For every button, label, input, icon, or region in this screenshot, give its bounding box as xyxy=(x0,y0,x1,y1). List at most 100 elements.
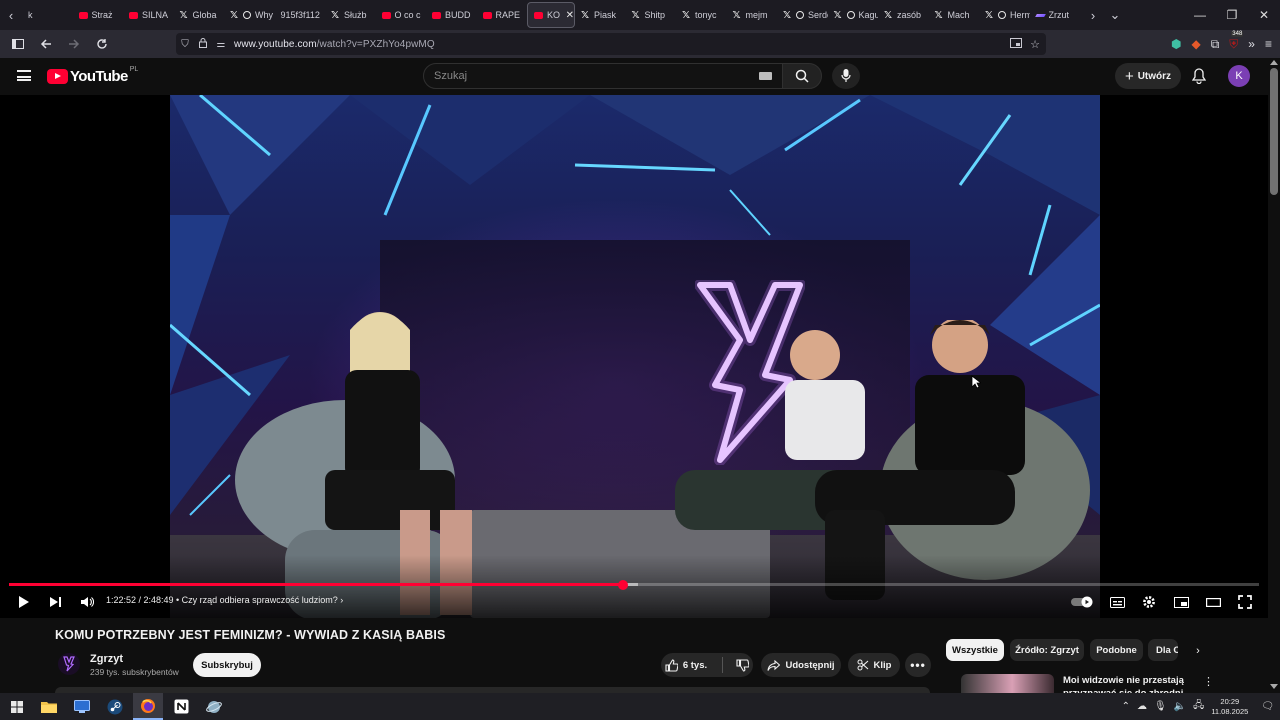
guide-menu-icon[interactable] xyxy=(17,70,31,81)
browser-tab[interactable]: k xyxy=(22,0,73,30)
browser-tab[interactable]: O co c xyxy=(376,0,427,30)
fox-extension-icon[interactable]: ◆ xyxy=(1191,37,1200,51)
more-actions-button[interactable]: ••• xyxy=(905,653,931,677)
restore-icon[interactable]: ❐ xyxy=(1216,0,1248,30)
sidebar-toggle-icon[interactable] xyxy=(6,32,30,56)
scroll-down-arrow-icon[interactable] xyxy=(1270,684,1278,689)
voice-search-button[interactable] xyxy=(832,63,860,89)
browser-tab[interactable]: 𝕏 Serde xyxy=(777,0,828,30)
taskbar-file-explorer[interactable] xyxy=(34,693,64,720)
subscribe-button[interactable]: Subskrybuj xyxy=(193,653,261,677)
browser-tab[interactable]: 𝕏 Kaguy xyxy=(828,0,879,30)
minimize-icon[interactable]: — xyxy=(1184,0,1216,30)
notification-center-icon[interactable]: 🗨 xyxy=(1261,701,1274,712)
like-button[interactable]: 6 tys. xyxy=(665,658,707,672)
network-icon[interactable]: 🖧 xyxy=(1193,698,1204,715)
recommended-video-thumbnail[interactable] xyxy=(961,674,1054,693)
speaker-icon[interactable]: 🔈 xyxy=(1174,701,1186,712)
close-window-icon[interactable]: ✕ xyxy=(1248,0,1280,30)
taskbar-firefox[interactable] xyxy=(133,693,163,720)
search-button[interactable] xyxy=(782,63,822,89)
picture-in-picture-icon[interactable] xyxy=(1010,37,1023,51)
tray-overflow-chevron-icon[interactable]: ⌃ xyxy=(1122,701,1130,712)
chips-next-chevron-icon[interactable]: › xyxy=(1190,643,1206,659)
filter-chip[interactable]: Wszystkie xyxy=(946,639,1004,661)
browser-tab[interactable]: Zrzut xyxy=(1030,0,1081,30)
browser-tab[interactable]: 𝕏 Globa xyxy=(174,0,225,30)
url-bar[interactable]: ⛉ ⚌ www.youtube.com/watch?v=PXZhYo4pwMQ … xyxy=(176,33,1046,55)
tab-list-dropdown-icon[interactable]: ⌄ xyxy=(1104,0,1126,30)
youtube-logo[interactable]: YouTube PL xyxy=(47,66,138,85)
lock-icon[interactable] xyxy=(194,37,212,51)
shield-extension-icon[interactable]: ⬢ xyxy=(1171,37,1181,51)
browser-tab[interactable]: 𝕏 Służb xyxy=(325,0,376,30)
scrollbar-thumb[interactable] xyxy=(1270,68,1278,195)
play-button[interactable] xyxy=(14,592,34,612)
tracking-shield-icon[interactable]: ⛉ xyxy=(176,39,194,50)
notifications-bell-icon[interactable] xyxy=(1190,67,1208,85)
browser-tab[interactable]: 𝕏 Herm xyxy=(979,0,1030,30)
keyboard-icon[interactable] xyxy=(759,72,772,80)
overflow-chevrons-icon[interactable]: » xyxy=(1248,37,1255,51)
reload-icon[interactable] xyxy=(90,32,114,56)
share-button[interactable]: Udostępnij xyxy=(761,653,841,677)
subtitles-button[interactable] xyxy=(1107,592,1127,612)
settings-button[interactable] xyxy=(1139,592,1159,612)
tab-scroll-left-icon[interactable]: ‹ xyxy=(0,0,22,30)
progress-scrubber-handle[interactable] xyxy=(617,579,628,590)
permissions-icon[interactable]: ⚌ xyxy=(212,39,230,50)
browser-tab[interactable]: BUDD xyxy=(426,0,477,30)
browser-tab[interactable]: 𝕏 Why y xyxy=(224,0,275,30)
account-avatar[interactable]: K xyxy=(1228,65,1250,87)
tab-scroll-right-icon[interactable]: › xyxy=(1082,0,1104,30)
bookmark-star-icon[interactable]: ☆ xyxy=(1030,38,1040,51)
tab-close-icon[interactable]: ✕ xyxy=(566,10,574,21)
recommended-more-icon[interactable]: ⋮ xyxy=(1203,675,1214,688)
mute-button[interactable] xyxy=(77,592,97,612)
autoplay-toggle[interactable] xyxy=(1071,592,1095,612)
channel-name[interactable]: Zgrzyt xyxy=(90,653,123,665)
browser-tab[interactable]: 𝕏 Piask xyxy=(575,0,626,30)
clock[interactable]: 20:29 11.08.2025 xyxy=(1211,697,1248,717)
taskbar-monitor-app[interactable] xyxy=(67,693,97,720)
create-button[interactable]: + Utwórz xyxy=(1115,63,1181,89)
browser-tab[interactable]: 𝕏mejm xyxy=(727,0,778,30)
next-video-button[interactable] xyxy=(45,592,65,612)
filter-chip[interactable]: Podobne xyxy=(1090,639,1143,661)
start-button[interactable] xyxy=(2,693,32,720)
onedrive-cloud-icon[interactable]: ☁ xyxy=(1137,701,1147,712)
search-input[interactable] xyxy=(434,64,734,88)
fullscreen-button[interactable] xyxy=(1235,592,1255,612)
browser-tab[interactable]: RAPE xyxy=(477,0,528,30)
ublock-extension-icon[interactable]: ⛨ 348 xyxy=(1229,30,1244,52)
progress-bar[interactable] xyxy=(9,579,1259,590)
filter-chip[interactable]: Źródło: Zgrzyt xyxy=(1010,639,1084,661)
browser-tab-active[interactable]: KO ✕ xyxy=(527,2,575,28)
taskbar-globe-app[interactable] xyxy=(199,693,229,720)
video-player[interactable]: 1:22:52 / 2:48:49 • Czy rząd odbiera spr… xyxy=(0,95,1268,618)
scroll-up-arrow-icon[interactable] xyxy=(1270,60,1278,65)
taskbar-notion[interactable] xyxy=(166,693,196,720)
page-scrollbar[interactable] xyxy=(1268,58,1280,693)
browser-tab[interactable]: 𝕏 Shitp xyxy=(626,0,677,30)
forward-icon[interactable] xyxy=(62,32,86,56)
back-icon[interactable] xyxy=(34,32,58,56)
browser-tab[interactable]: 𝕏 Mach xyxy=(929,0,980,30)
browser-tab[interactable]: SILNA xyxy=(123,0,174,30)
microphone-tray-icon[interactable]: 🎙 xyxy=(1154,701,1167,712)
theater-mode-button[interactable] xyxy=(1203,592,1223,612)
browser-tab[interactable]: Straż xyxy=(73,0,124,30)
taskbar-steam[interactable] xyxy=(100,693,130,720)
dislike-button[interactable] xyxy=(736,658,750,672)
filter-chip[interactable]: Dla C xyxy=(1148,639,1178,661)
extensions-puzzle-icon[interactable]: ⧉ xyxy=(1211,37,1220,52)
channel-avatar[interactable] xyxy=(58,653,80,675)
clip-button[interactable]: Klip xyxy=(848,653,900,677)
browser-tab[interactable]: 𝕏tonyc xyxy=(676,0,727,30)
browser-tab[interactable]: 𝕏zasób xyxy=(878,0,929,30)
app-menu-icon[interactable]: ≡ xyxy=(1265,37,1272,51)
chapter-title-button[interactable]: • Czy rząd odbiera sprawczość ludziom? › xyxy=(176,595,343,605)
miniplayer-button[interactable] xyxy=(1171,592,1191,612)
browser-tab[interactable]: 915f3f112 xyxy=(275,0,326,30)
recommended-video-title[interactable]: Moi widzowie nie przestają przyznawać si… xyxy=(1063,674,1193,693)
